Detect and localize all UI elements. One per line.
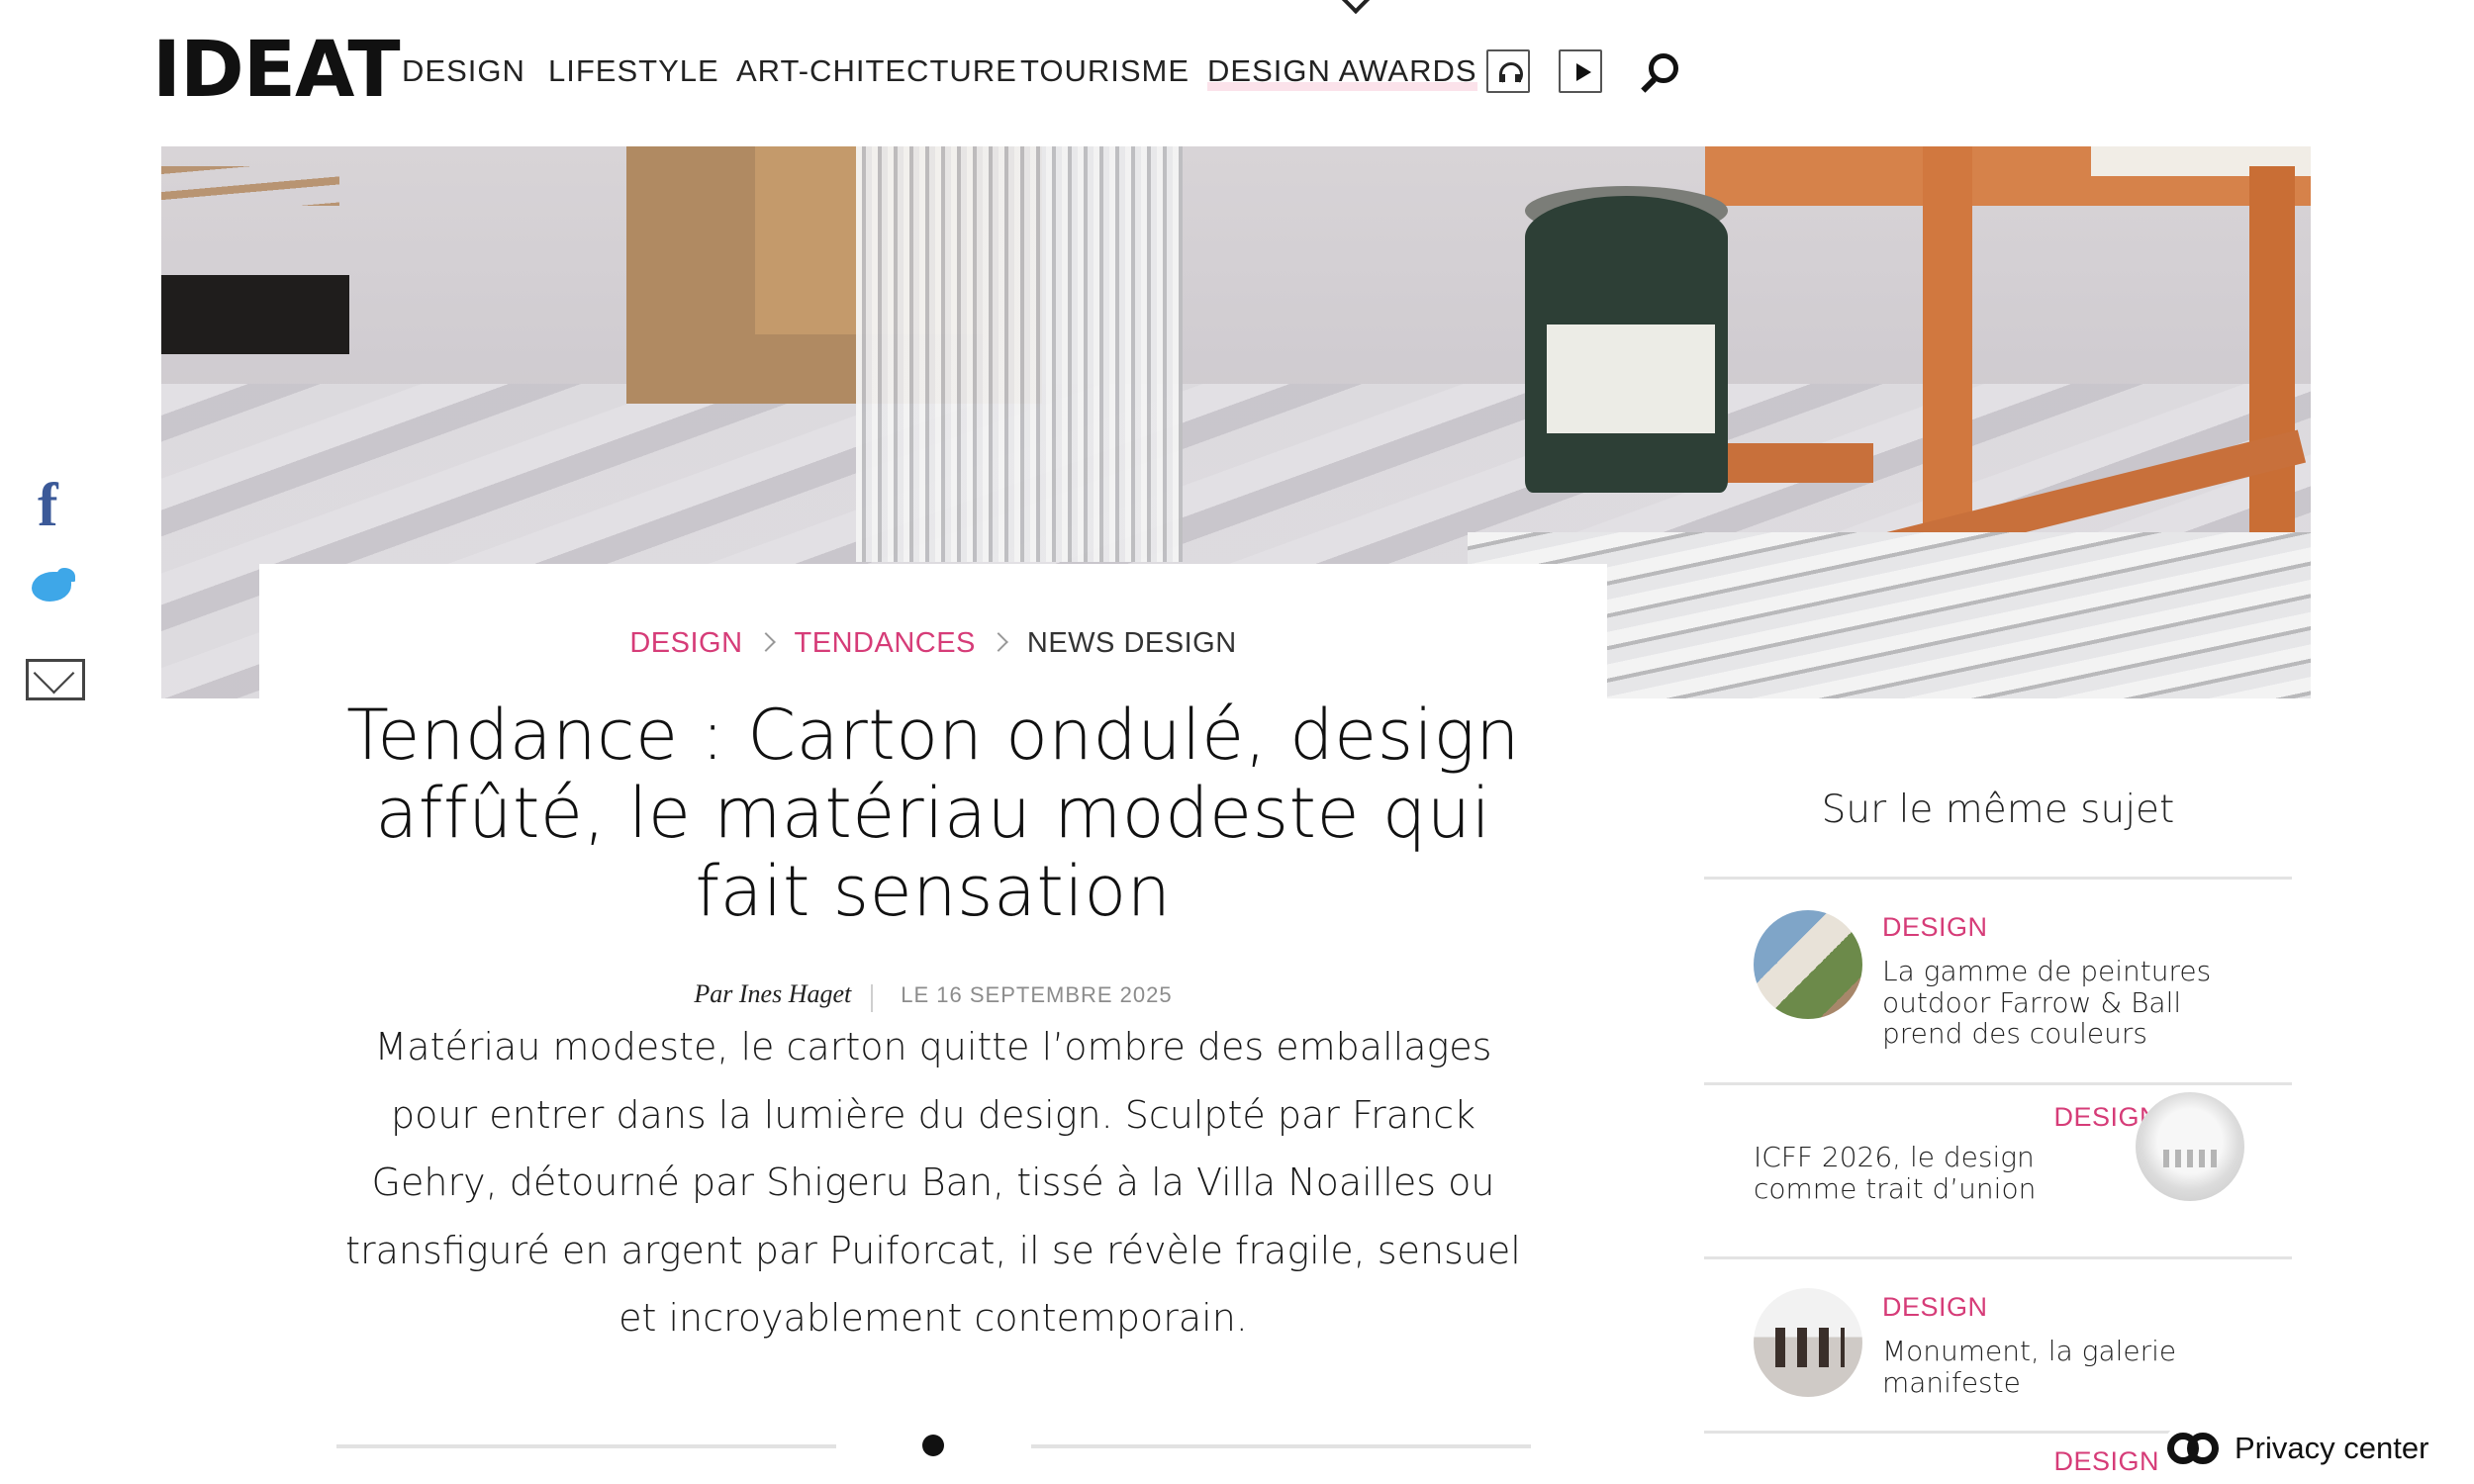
article-title: Tendance : Carton ondulé, design affûté,… xyxy=(346,695,1520,932)
site-header: IDEAT DESIGN LIFESTYLE ART-CHITECTURE TO… xyxy=(0,0,2474,146)
headphones-icon[interactable] xyxy=(1486,49,1530,93)
search-icon[interactable] xyxy=(1637,49,1680,93)
related-article-category[interactable]: DESIGN xyxy=(2021,1444,2159,1478)
site-logo[interactable]: IDEAT xyxy=(152,26,401,115)
play-icon[interactable] xyxy=(1559,49,1602,93)
facebook-glyph: f xyxy=(38,472,58,539)
nav-lifestyle[interactable]: LIFESTYLE xyxy=(548,51,719,91)
sidebar-rule xyxy=(1704,877,2292,880)
nav-design[interactable]: DESIGN xyxy=(402,51,525,91)
breadcrumb-news-design: NEWS DESIGN xyxy=(1026,627,1237,659)
twitter-icon[interactable] xyxy=(24,562,83,617)
related-article-category[interactable]: DESIGN xyxy=(1882,910,1988,944)
breadcrumb-tendances[interactable]: TENDANCES xyxy=(795,627,976,659)
email-icon[interactable] xyxy=(24,655,85,710)
privacy-icon xyxy=(2167,1433,2223,1464)
facebook-icon[interactable]: f xyxy=(24,473,83,538)
related-article-item[interactable]: DESIGN Monument, la galerie manifeste xyxy=(1704,1260,2292,1429)
byline-divider xyxy=(871,983,874,1012)
article-lead: Matériau modeste, le carton quitte l’omb… xyxy=(345,1025,1521,1340)
related-article-thumbnail[interactable] xyxy=(2136,1092,2244,1201)
related-article-thumbnail[interactable] xyxy=(1754,910,1862,1019)
breadcrumb-design[interactable]: DESIGN xyxy=(629,627,742,659)
section-divider-left xyxy=(336,1444,836,1448)
author-link[interactable]: Par Ines Haget xyxy=(694,979,851,1008)
related-article-title[interactable]: La gamme de peintures outdoor Farrow & B… xyxy=(1882,956,2258,1050)
related-article-title[interactable]: ICFF 2026, le design comme trait d’union xyxy=(1754,1142,2080,1204)
related-article-thumbnail[interactable] xyxy=(1754,1288,1862,1397)
sidebar-heading: Sur le même sujet xyxy=(1821,788,2175,832)
article-header: DESIGN TENDANCES NEWS DESIGN Tendance : Ca… xyxy=(259,564,1607,1484)
privacy-center-button[interactable]: Privacy center xyxy=(2163,1423,2460,1474)
section-divider-right xyxy=(1031,1444,1531,1448)
related-article-title[interactable]: Monument, la galerie manifeste xyxy=(1882,1336,2258,1398)
related-article-item[interactable]: DESIGN ICFF 2026, le design comme trait … xyxy=(1704,1086,2292,1254)
publish-date: LE 16 SEPTEMBRE 2025 xyxy=(901,982,1173,1007)
related-article-item[interactable]: DESIGN La gamme de peintures outdoor Far… xyxy=(1704,881,2292,1049)
breadcrumb: DESIGN TENDANCES NEWS DESIGN xyxy=(259,623,1607,663)
chevron-right-icon xyxy=(755,632,776,652)
privacy-center-label: Privacy center xyxy=(2235,1431,2429,1465)
nav-art-chitecture[interactable]: ART-CHITECTURE xyxy=(736,51,1017,91)
nav-design-awards[interactable]: DESIGN AWARDS xyxy=(1207,51,1477,91)
byline: Par Ines Haget LE 16 SEPTEMBRE 2025 xyxy=(259,977,1607,1014)
nav-tourisme[interactable]: TOURISME xyxy=(1020,51,1189,91)
chevron-down-icon[interactable] xyxy=(1341,0,1371,15)
related-article-category[interactable]: DESIGN xyxy=(1882,1290,1988,1324)
chevron-right-icon xyxy=(988,632,1008,652)
sidebar-rule xyxy=(1704,1256,2292,1259)
related-sidebar: Sur le même sujet DESIGN La gamme de pei… xyxy=(1704,772,2292,1484)
section-divider-dot xyxy=(922,1435,944,1456)
sidebar-rule xyxy=(1704,1082,2292,1085)
